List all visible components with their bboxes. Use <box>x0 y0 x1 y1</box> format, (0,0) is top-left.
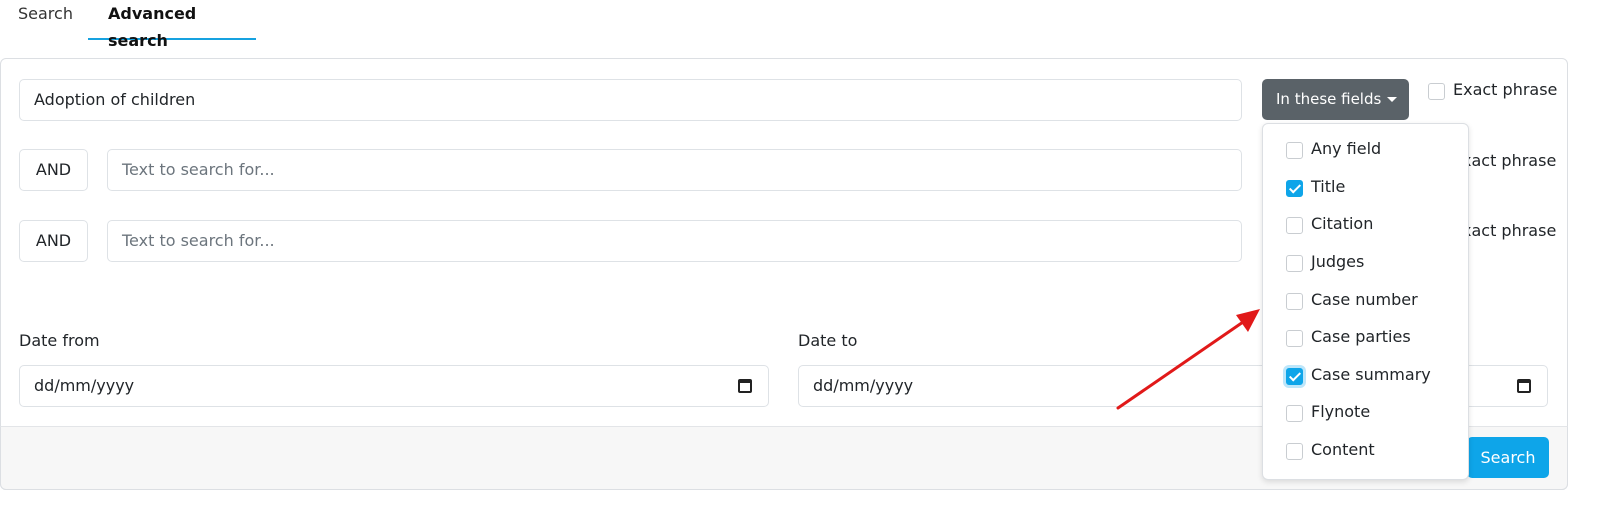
field-option-case-summary[interactable]: Case summary <box>1263 362 1468 392</box>
field-checkbox-title[interactable] <box>1286 180 1303 197</box>
field-label-content: Content <box>1311 440 1375 459</box>
fields-dropdown-menu: Any field Title Citation Judges Case num… <box>1262 123 1469 480</box>
date-from-label: Date from <box>19 331 100 350</box>
field-label-case-parties: Case parties <box>1311 327 1411 346</box>
field-checkbox-content[interactable] <box>1286 443 1303 460</box>
caret-down-icon <box>1387 97 1398 102</box>
field-option-citation[interactable]: Citation <box>1263 211 1468 241</box>
field-option-case-number[interactable]: Case number <box>1263 287 1468 317</box>
annotation-arrow-icon <box>1116 309 1260 410</box>
field-option-content[interactable]: Content <box>1263 437 1468 467</box>
field-checkbox-any-field[interactable] <box>1286 142 1303 159</box>
field-checkbox-flynote[interactable] <box>1286 405 1303 422</box>
field-option-case-parties[interactable]: Case parties <box>1263 324 1468 354</box>
operator-select-3[interactable]: AND <box>19 220 88 262</box>
date-to-placeholder: dd/mm/yyyy <box>813 376 914 395</box>
field-checkbox-case-number[interactable] <box>1286 293 1303 310</box>
tab-advanced-search[interactable]: Advanced search <box>88 0 256 50</box>
exact-phrase-checkbox-1[interactable] <box>1428 83 1445 100</box>
date-to-label: Date to <box>798 331 858 350</box>
search-term-input-3[interactable]: Text to search for... <box>107 220 1242 262</box>
calendar-icon[interactable] <box>1517 379 1531 393</box>
search-input-placeholder-2: Text to search for... <box>122 160 275 179</box>
search-input-placeholder-3: Text to search for... <box>122 231 275 250</box>
field-label-title: Title <box>1311 177 1346 196</box>
search-term-input-2[interactable]: Text to search for... <box>107 149 1242 191</box>
field-checkbox-judges[interactable] <box>1286 255 1303 272</box>
field-option-judges[interactable]: Judges <box>1263 249 1468 279</box>
field-label-case-number: Case number <box>1311 290 1418 309</box>
field-option-any-field[interactable]: Any field <box>1263 136 1468 166</box>
field-checkbox-citation[interactable] <box>1286 217 1303 234</box>
exact-phrase-label-1: Exact phrase <box>1453 80 1558 99</box>
fields-dropdown-button[interactable]: In these fields <box>1262 79 1409 120</box>
field-option-flynote[interactable]: Flynote <box>1263 399 1468 429</box>
field-checkbox-case-summary[interactable] <box>1286 368 1303 385</box>
field-option-title[interactable]: Title <box>1263 174 1468 204</box>
exact-phrase-option-1[interactable]: Exact phrase <box>1428 80 1558 104</box>
field-label-any-field: Any field <box>1311 139 1382 158</box>
exact-phrase-label-2: xact phrase <box>1462 151 1557 170</box>
exact-phrase-label-3: xact phrase <box>1462 221 1557 240</box>
calendar-icon[interactable] <box>738 379 752 393</box>
date-from-placeholder: dd/mm/yyyy <box>34 376 135 395</box>
field-label-case-summary: Case summary <box>1311 365 1431 384</box>
fields-dropdown-label: In these fields <box>1276 90 1382 108</box>
search-button[interactable]: Search <box>1467 437 1549 478</box>
exact-phrase-option-2[interactable]: xact phrase <box>1462 151 1556 175</box>
field-checkbox-case-parties[interactable] <box>1286 330 1303 347</box>
field-label-flynote: Flynote <box>1311 402 1371 421</box>
tab-search[interactable]: Search <box>18 0 73 40</box>
date-from-input[interactable]: dd/mm/yyyy <box>19 365 769 407</box>
search-term-input-1[interactable]: Adoption of children <box>19 79 1242 121</box>
field-label-citation: Citation <box>1311 214 1374 233</box>
operator-select-2[interactable]: AND <box>19 149 88 191</box>
search-tabs: Search Advanced search <box>0 0 1618 50</box>
field-label-judges: Judges <box>1311 252 1365 271</box>
exact-phrase-option-3[interactable]: xact phrase <box>1462 221 1556 245</box>
